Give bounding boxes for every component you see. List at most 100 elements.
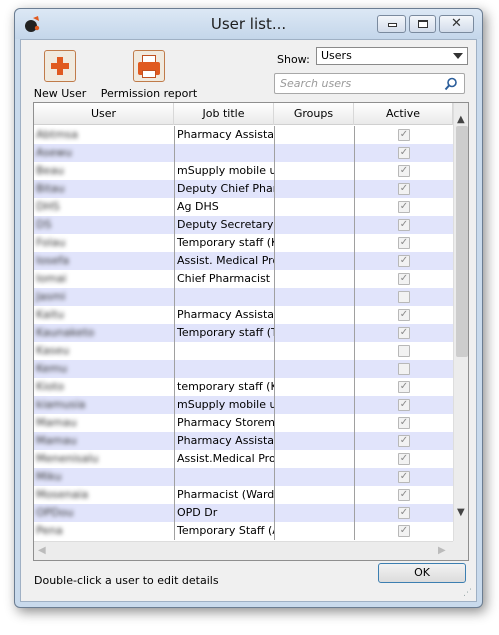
table-row[interactable]: Miku ✓ — [34, 468, 453, 486]
table-row[interactable]: Kioto temporary staff (Ke ✓ — [34, 378, 453, 396]
active-checkbox[interactable]: ✓ — [398, 147, 410, 159]
table-row[interactable]: DS Deputy Secretary, MoH ✓ — [34, 216, 453, 234]
active-checkbox[interactable]: ✓ — [398, 489, 410, 501]
close-button[interactable]: ✕ — [439, 15, 474, 33]
minimize-icon — [388, 23, 397, 27]
cell-job-title: Deputy Secretary, MoH — [174, 216, 274, 234]
active-checkbox[interactable]: ✓ — [398, 273, 410, 285]
column-header-user[interactable]: User — [34, 103, 174, 125]
table-row[interactable]: Asewu ✓ — [34, 144, 453, 162]
table-row[interactable]: Iomai Chief Pharmacist ✓ — [34, 270, 453, 288]
table-row[interactable]: Mamau Pharmacy Storeman ✓ — [34, 414, 453, 432]
scroll-thumb[interactable] — [456, 126, 468, 357]
cell-job-title — [174, 144, 274, 162]
cell-user: Iosefa — [36, 254, 70, 267]
active-checkbox[interactable]: ✓ — [398, 309, 410, 321]
table-row[interactable]: Jasmi — [34, 288, 453, 306]
table-row[interactable]: Abtmsa Pharmacy Assistant ✓ — [34, 126, 453, 144]
user-list-window: User list... ✕ New User Permission repor… — [14, 8, 483, 608]
active-checkbox[interactable]: ✓ — [398, 507, 410, 519]
active-checkbox[interactable] — [398, 345, 410, 357]
table-row[interactable]: Iosefa Assist. Medical Pro ✓ — [34, 252, 453, 270]
cell-active: ✓ — [354, 504, 453, 522]
cell-job-title: Assist. Medical Pro — [174, 252, 274, 270]
cell-active — [354, 288, 453, 306]
cell-active: ✓ — [354, 252, 453, 270]
cell-user: Kaseu — [36, 344, 70, 357]
cell-groups — [274, 396, 354, 414]
table-row[interactable]: Kaitu Pharmacy Assistant ✓ — [34, 306, 453, 324]
active-checkbox[interactable]: ✓ — [398, 525, 410, 537]
active-checkbox[interactable]: ✓ — [398, 417, 410, 429]
cell-job-title: Chief Pharmacist — [174, 270, 274, 288]
new-user-button[interactable]: New User — [31, 50, 89, 100]
cell-groups — [274, 360, 354, 378]
cell-job-title: Pharmacist (Wards, — [174, 486, 274, 504]
table-row[interactable]: kiamusia mSupply mobile user ✓ — [34, 396, 453, 414]
table-row[interactable]: Mamau Pharmacy Assistant ✓ — [34, 432, 453, 450]
table-row[interactable]: Beau mSupply mobile user ✓ — [34, 162, 453, 180]
table-row[interactable]: Bitau Deputy Chief Pharmacist ✓ — [34, 180, 453, 198]
active-checkbox[interactable]: ✓ — [398, 237, 410, 249]
table-row[interactable]: Kemu — [34, 360, 453, 378]
table-row[interactable]: Kaseu — [34, 342, 453, 360]
table-row[interactable]: DHS Ag DHS ✓ — [34, 198, 453, 216]
scroll-left-icon[interactable]: ◀ — [38, 545, 46, 556]
cell-job-title: Temporary Staff (As — [174, 522, 274, 540]
table-row[interactable]: Kaunaketo Temporary staff (Ta ✓ — [34, 324, 453, 342]
cell-active: ✓ — [354, 378, 453, 396]
column-header-job-title[interactable]: Job title — [174, 103, 274, 125]
search-input[interactable] — [278, 76, 428, 91]
active-checkbox[interactable]: ✓ — [398, 399, 410, 411]
column-header-active[interactable]: Active — [354, 103, 453, 125]
show-dropdown[interactable]: Users — [316, 47, 468, 65]
active-checkbox[interactable]: ✓ — [398, 381, 410, 393]
cell-user: Mosenaia — [36, 488, 89, 501]
cell-active: ✓ — [354, 162, 453, 180]
search-icon[interactable] — [444, 77, 458, 91]
active-checkbox[interactable] — [398, 363, 410, 375]
active-checkbox[interactable]: ✓ — [398, 453, 410, 465]
scroll-right-icon[interactable]: ▶ — [438, 545, 446, 556]
active-checkbox[interactable]: ✓ — [398, 435, 410, 447]
cell-user: Mamau — [36, 434, 77, 447]
cell-active: ✓ — [354, 414, 453, 432]
table-row[interactable]: Menenisalu Assist.Medical Proc ✓ — [34, 450, 453, 468]
title-bar[interactable]: User list... ✕ — [15, 9, 482, 39]
horizontal-scrollbar[interactable]: ◀ ▶ — [34, 541, 453, 560]
minimize-button[interactable] — [377, 15, 406, 33]
active-checkbox[interactable]: ✓ — [398, 129, 410, 141]
cell-job-title: Pharmacy Assistant — [174, 126, 274, 144]
cell-active: ✓ — [354, 234, 453, 252]
cell-active: ✓ — [354, 486, 453, 504]
active-checkbox[interactable]: ✓ — [398, 327, 410, 339]
cell-active: ✓ — [354, 522, 453, 540]
table-row[interactable]: OPDou OPD Dr ✓ — [34, 504, 453, 522]
cell-user: Menenisalu — [36, 452, 99, 465]
ok-button[interactable]: OK — [378, 563, 466, 583]
table-row[interactable]: Folau Temporary staff (Ka ✓ — [34, 234, 453, 252]
active-checkbox[interactable]: ✓ — [398, 219, 410, 231]
close-icon: ✕ — [451, 16, 462, 31]
vertical-scrollbar[interactable]: ▲ ▼ — [453, 103, 468, 541]
cell-user: Asewu — [36, 146, 72, 159]
search-box — [274, 73, 465, 94]
maximize-button[interactable] — [409, 15, 436, 33]
active-checkbox[interactable]: ✓ — [398, 471, 410, 483]
scroll-down-icon[interactable]: ▼ — [457, 507, 465, 518]
table-row[interactable]: Mosenaia Pharmacist (Wards, ✓ — [34, 486, 453, 504]
table-header: User Job title Groups Active — [34, 103, 453, 125]
active-checkbox[interactable]: ✓ — [398, 201, 410, 213]
cell-groups — [274, 504, 354, 522]
scroll-up-icon[interactable]: ▲ — [457, 114, 465, 125]
cell-user: Beau — [36, 164, 65, 177]
permission-report-button[interactable]: Permission report — [99, 50, 199, 100]
active-checkbox[interactable] — [398, 291, 410, 303]
active-checkbox[interactable]: ✓ — [398, 255, 410, 267]
active-checkbox[interactable]: ✓ — [398, 183, 410, 195]
resize-grip-icon[interactable]: ⋰ — [463, 588, 473, 598]
chevron-down-icon — [453, 53, 463, 59]
column-header-groups[interactable]: Groups — [274, 103, 354, 125]
active-checkbox[interactable]: ✓ — [398, 165, 410, 177]
table-row[interactable]: Pena Temporary Staff (As ✓ — [34, 522, 453, 540]
